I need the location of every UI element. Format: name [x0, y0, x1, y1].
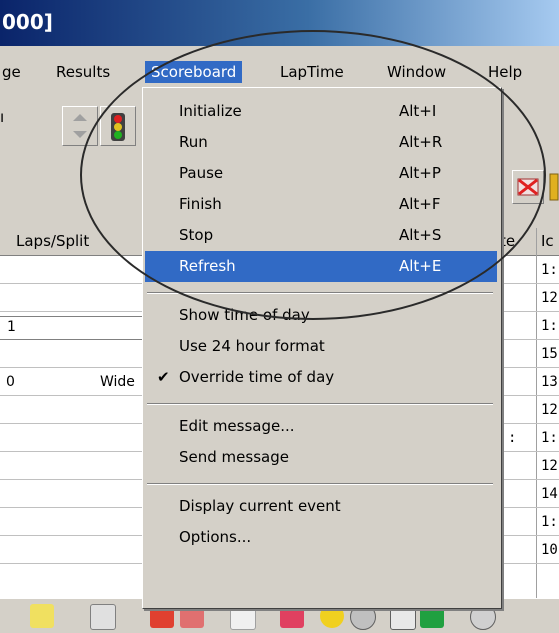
- menu-item-accel: Alt+S: [399, 226, 442, 244]
- menu-window[interactable]: Window: [381, 61, 452, 83]
- menu-item-display-current-event[interactable]: Display current event: [145, 491, 497, 522]
- id-cell: 1:: [541, 262, 558, 278]
- id-cell: 1:: [541, 318, 558, 334]
- menu-item-use-24-hour[interactable]: Use 24 hour format: [145, 331, 497, 362]
- spin-arrows-icon: [73, 114, 87, 138]
- menu-laptime[interactable]: LapTime: [274, 61, 350, 83]
- menu-separator: [147, 292, 493, 294]
- menu-item-pause[interactable]: Pause Alt+P: [145, 158, 497, 189]
- menu-item-override-time[interactable]: ✔ Override time of day: [145, 362, 497, 393]
- menu-item-stop[interactable]: Stop Alt+S: [145, 220, 497, 251]
- menu-item-label: Finish: [179, 195, 222, 213]
- id-cell: 12: [541, 290, 558, 306]
- grid-cell-wide: Wide: [100, 374, 135, 390]
- delete-record-button[interactable]: [512, 170, 544, 204]
- id-cell: 14: [541, 486, 558, 502]
- traffic-light-button[interactable]: [100, 106, 136, 146]
- menu-item-options[interactable]: Options...: [145, 522, 497, 553]
- title-bar: 000]: [0, 0, 559, 46]
- menu-item-send-message[interactable]: Send message: [145, 442, 497, 473]
- menu-item-label: Use 24 hour format: [179, 337, 325, 355]
- menu-item-run[interactable]: Run Alt+R: [145, 127, 497, 158]
- menu-separator: [147, 483, 493, 485]
- scoreboard-dropdown: Initialize Alt+I Run Alt+R Pause Alt+P F…: [142, 87, 502, 609]
- window-title: 000]: [2, 10, 53, 34]
- menu-item-accel: Alt+I: [399, 102, 437, 120]
- menu-item-label: Refresh: [179, 257, 236, 275]
- id-cell: 13: [541, 374, 558, 390]
- menu-item-refresh[interactable]: Refresh Alt+E: [145, 251, 497, 282]
- menu-item-label: Run: [179, 133, 208, 151]
- pencil-icon[interactable]: [546, 170, 559, 202]
- menu-scoreboard[interactable]: Scoreboard: [145, 61, 243, 83]
- id-cell: 1:: [541, 430, 558, 446]
- menu-item-label: Display current event: [179, 497, 341, 515]
- id-cell: 10: [541, 542, 558, 558]
- frame: [0, 46, 559, 57]
- menu-item-label: Show time of day: [179, 306, 310, 324]
- menu-item-finish[interactable]: Finish Alt+F: [145, 189, 497, 220]
- menu-item-accel: Alt+E: [399, 257, 442, 275]
- menu-item-edit-message[interactable]: Edit message...: [145, 411, 497, 442]
- header-id[interactable]: Ic: [541, 232, 554, 250]
- toolbar-fragment: ı: [0, 108, 5, 126]
- menu-item-label: Initialize: [179, 102, 242, 120]
- laps-input-value: 1: [7, 319, 16, 335]
- menu-results[interactable]: Results: [50, 61, 116, 83]
- menu-item-label: Options...: [179, 528, 252, 546]
- arrow-icon[interactable]: [30, 604, 54, 628]
- menu-item-show-time-of-day[interactable]: Show time of day: [145, 300, 497, 331]
- delete-icon: [517, 178, 539, 196]
- page-icon[interactable]: [90, 604, 116, 630]
- id-cell: 1:: [541, 514, 558, 530]
- menu-item-accel: Alt+R: [399, 133, 443, 151]
- menu-item-initialize[interactable]: Initialize Alt+I: [145, 96, 497, 127]
- id-cell: 15: [541, 346, 558, 362]
- menu-item-label: Send message: [179, 448, 289, 466]
- menu-separator: [147, 403, 493, 405]
- spin-button[interactable]: [62, 106, 98, 146]
- menu-item-accel: Alt+P: [399, 164, 441, 182]
- menu-bar: ge Results Scoreboard LapTime Window Hel…: [0, 57, 559, 87]
- menu-page[interactable]: ge: [0, 61, 27, 83]
- menu-help[interactable]: Help: [482, 61, 528, 83]
- id-cell: 12: [541, 458, 558, 474]
- traffic-light-icon: [111, 113, 125, 141]
- header-te[interactable]: te: [500, 232, 515, 250]
- id-cell: 12: [541, 402, 558, 418]
- menu-item-label: Stop: [179, 226, 214, 244]
- checkmark-icon: ✔: [157, 368, 170, 386]
- grid-cell: :: [508, 430, 517, 446]
- menu-item-label: Pause: [179, 164, 224, 182]
- menu-item-accel: Alt+F: [399, 195, 441, 213]
- header-laps-split[interactable]: Laps/Split: [16, 232, 89, 250]
- menu-item-label: Edit message...: [179, 417, 295, 435]
- menu-item-label: Override time of day: [179, 368, 335, 386]
- laps-input[interactable]: 1: [0, 316, 145, 340]
- grid-cell: 0: [6, 374, 15, 390]
